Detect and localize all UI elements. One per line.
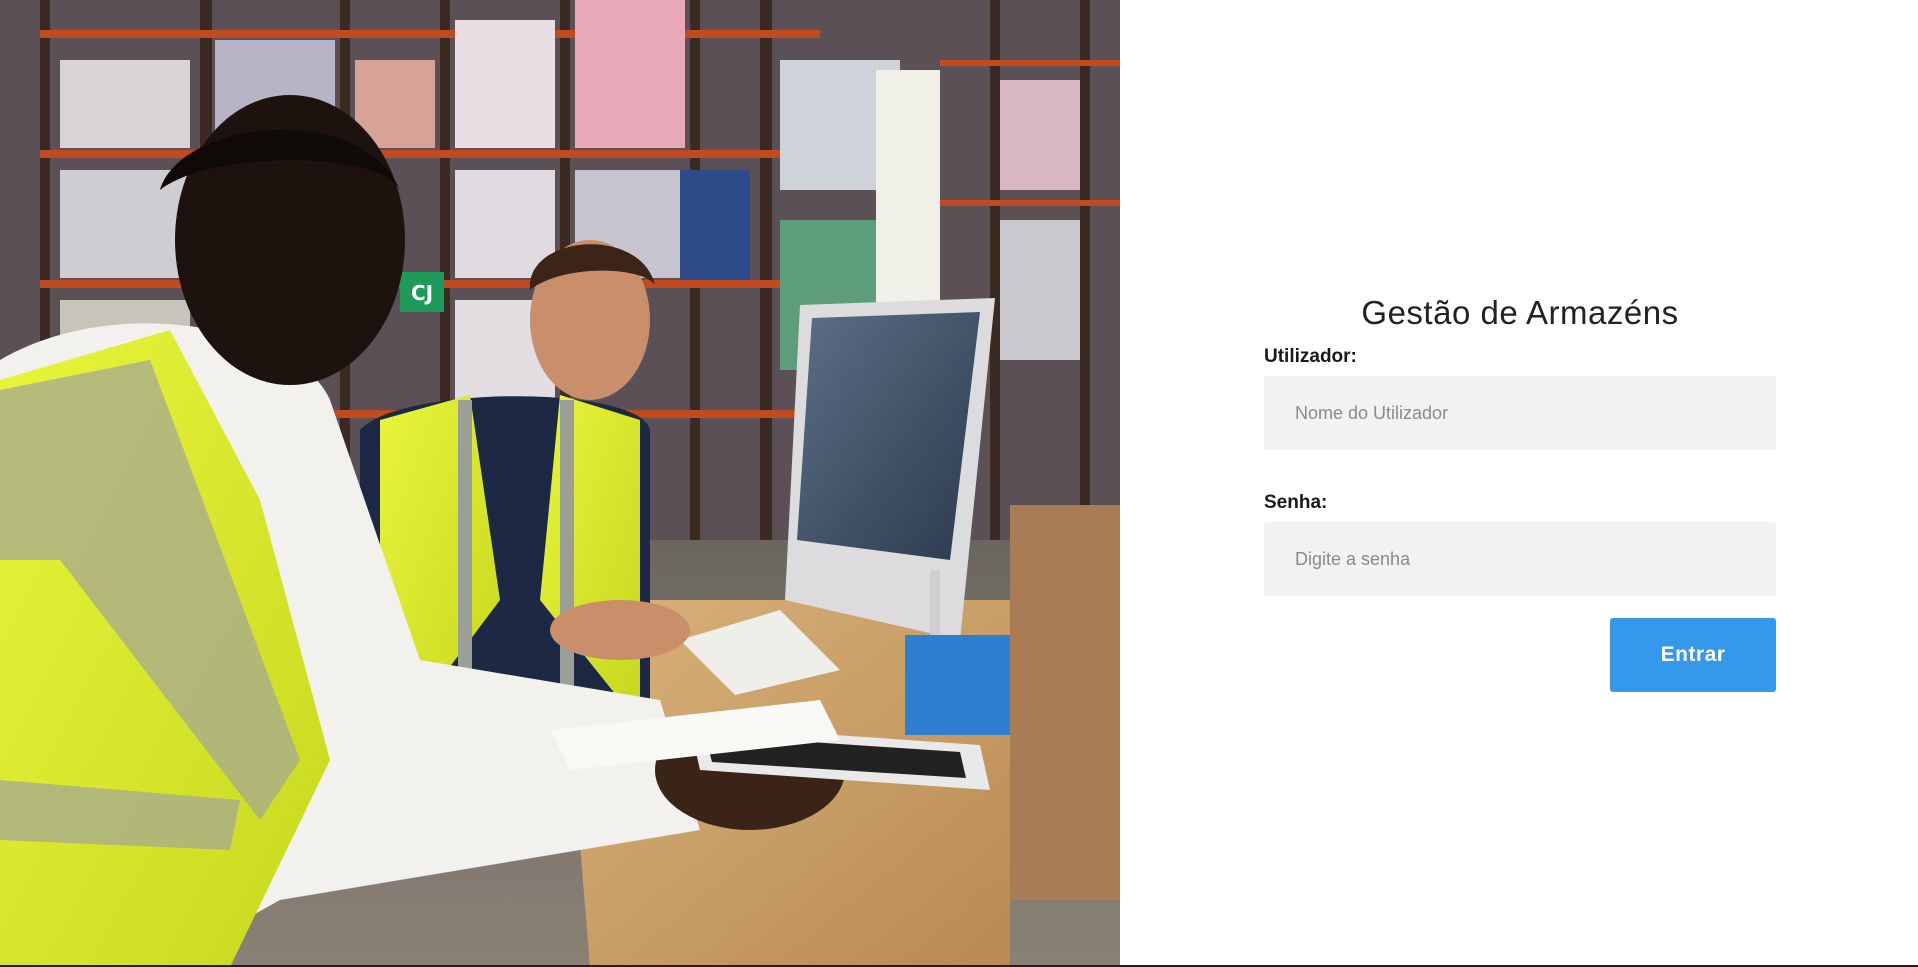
warehouse-photo: CJ <box>0 0 1120 967</box>
form-actions: Entrar <box>1264 618 1776 692</box>
username-label: Utilizador: <box>1264 346 1357 367</box>
login-button[interactable]: Entrar <box>1610 618 1776 692</box>
password-input[interactable] <box>1264 522 1776 596</box>
username-input[interactable] <box>1264 376 1776 450</box>
login-form: Gestão de Armazéns Utilizador: Senha: En… <box>1264 294 1776 692</box>
username-field-group: Utilizador: <box>1264 346 1776 450</box>
page-title: Gestão de Armazéns <box>1361 294 1679 331</box>
aisle-sign-text: CJ <box>411 281 433 305</box>
password-field-group: Senha: <box>1264 492 1776 596</box>
warehouse-scene-image: CJ <box>0 0 1120 967</box>
password-label: Senha: <box>1264 492 1328 513</box>
